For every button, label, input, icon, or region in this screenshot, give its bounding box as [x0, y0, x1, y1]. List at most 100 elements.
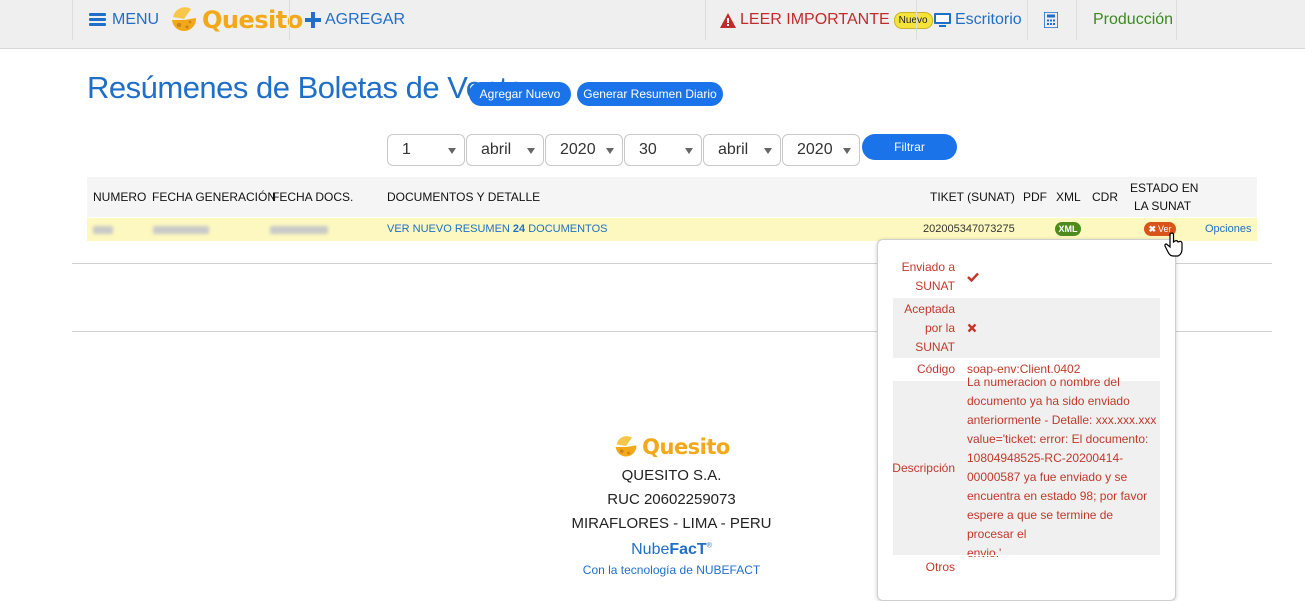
- important-label: LEER IMPORTANTE: [740, 11, 890, 28]
- month-to-select[interactable]: abril: [703, 134, 781, 166]
- enviado-label-2: SUNAT: [915, 279, 955, 293]
- warning-icon: [720, 12, 736, 28]
- menu-button[interactable]: MENU: [89, 0, 159, 40]
- row-descripcion: Descripción La numeracion o nombre del d…: [892, 375, 1160, 560]
- redacted-fecha-generacion: [153, 226, 209, 234]
- sunat-status-popover: Enviado a SUNAT Aceptada por la SUNAT Có…: [877, 239, 1176, 601]
- menu-label: MENU: [112, 11, 160, 28]
- view-summary-suffix: DOCUMENTOS: [525, 223, 608, 235]
- production-label: Producción: [1093, 11, 1174, 28]
- footer-brand: Quesito: [642, 435, 730, 459]
- aceptada-label-1: Aceptada: [904, 301, 955, 316]
- day-to-value: 30: [639, 141, 657, 158]
- descripcion-line: espere a que se termine de procesar el: [967, 508, 1114, 541]
- aceptada-value: [961, 298, 1160, 358]
- enviado-value: [961, 257, 1160, 297]
- top-navbar: MENU Quesito AGREGAR LEER IMPORTANTE Nue…: [0, 0, 1305, 49]
- row-aceptada: Aceptada por la SUNAT: [893, 297, 1160, 358]
- production-link[interactable]: Producción: [1093, 0, 1173, 40]
- redacted-fecha-docs: [270, 226, 328, 234]
- chevron-down-icon: [606, 148, 614, 154]
- col-estado-line1: ESTADO EN: [1130, 181, 1199, 195]
- col-xml: XML: [1056, 190, 1081, 204]
- calculator-button[interactable]: [1044, 0, 1058, 40]
- xml-download-badge[interactable]: XML: [1055, 222, 1081, 236]
- desktop-label: Escritorio: [955, 11, 1022, 28]
- footer-location: MIRAFLORES - LIMA - PERU: [571, 515, 772, 532]
- nubefact-logo[interactable]: NubeFacT®: [500, 541, 843, 559]
- year-from-value: 2020: [560, 141, 596, 158]
- view-summary-link[interactable]: VER NUEVO RESUMEN 24 DOCUMENTOS: [387, 223, 607, 235]
- year-to-select[interactable]: 2020: [782, 134, 860, 166]
- nav-divider: [289, 0, 290, 40]
- add-menu-button[interactable]: AGREGAR: [305, 0, 405, 40]
- page-title: Resúmenes de Boletas de Venta: [87, 70, 525, 105]
- chevron-down-icon: [764, 148, 772, 154]
- nav-divider: [1176, 0, 1177, 40]
- document-count: 24: [512, 223, 526, 235]
- add-new-button[interactable]: Agregar Nuevo: [469, 82, 571, 106]
- aceptada-label-3: SUNAT: [915, 339, 955, 354]
- aceptada-label-2: por la: [924, 320, 955, 335]
- brand-name: Quesito: [202, 6, 303, 34]
- table-header: NUMERO FECHA GENERACIÓN FECHA DOCS. DOCU…: [87, 177, 1257, 217]
- chevron-down-icon: [685, 148, 693, 154]
- desktop-link[interactable]: Escritorio: [934, 0, 1022, 40]
- generate-daily-summary-button[interactable]: Generar Resumen Diario: [577, 82, 723, 106]
- col-estado-line2: LA SUNAT: [1134, 199, 1192, 213]
- footer-logo: Quesito: [500, 435, 843, 459]
- footer-ruc: RUC 20602259073: [607, 491, 736, 508]
- row-otros: Otros: [893, 555, 1160, 578]
- cheese-logo-icon: [615, 436, 637, 457]
- day-from-value: 1: [402, 141, 411, 158]
- view-summary-prefix: VER NUEVO RESUMEN: [387, 223, 513, 235]
- hamburger-icon: [89, 13, 106, 27]
- cheese-logo-icon: [172, 7, 197, 32]
- day-to-select[interactable]: 30: [624, 134, 702, 166]
- important-notice-link[interactable]: LEER IMPORTANTE Nuevo: [720, 0, 933, 40]
- descripcion-line: documento ya ha sido enviado: [967, 394, 1130, 408]
- descripcion-label: Descripción: [892, 460, 955, 475]
- otros-value: [961, 556, 1160, 578]
- otros-label: Otros: [925, 559, 955, 574]
- brand-logo[interactable]: Quesito: [169, 0, 303, 40]
- col-documentos: DOCUMENTOS Y DETALLE: [387, 190, 541, 204]
- col-numero: NUMERO: [93, 190, 147, 204]
- sunat-status-table: Enviado a SUNAT Aceptada por la SUNAT Có…: [892, 256, 1160, 578]
- nav-divider: [72, 0, 73, 40]
- month-to-value: abril: [718, 141, 749, 158]
- col-pdf: PDF: [1023, 190, 1047, 204]
- descripcion-line: anteriormente - Detalle: xxx.xxx.xxx: [967, 413, 1157, 427]
- col-fecha-generacion: FECHA GENERACIÓN: [152, 190, 277, 204]
- chevron-down-icon: [527, 148, 535, 154]
- codigo-label: Código: [916, 362, 955, 376]
- row-enviado: Enviado a SUNAT: [893, 256, 1160, 297]
- nubefact-logo-part-a: Nube: [631, 541, 670, 558]
- nav-divider: [705, 0, 706, 40]
- footer-powered-by: Con la tecnología de NUBEFACT: [582, 563, 761, 577]
- col-cdr: CDR: [1092, 190, 1118, 204]
- day-from-select[interactable]: 1: [387, 134, 465, 166]
- table-row: VER NUEVO RESUMEN 24 DOCUMENTOS 20200534…: [87, 218, 1257, 241]
- plus-icon: [305, 12, 321, 28]
- chevron-down-icon: [843, 148, 851, 154]
- close-icon: ✖: [1148, 223, 1157, 234]
- nav-divider: [916, 0, 917, 40]
- hand-cursor-icon: [1164, 232, 1183, 257]
- footer-company: QUESITO S.A.: [621, 467, 722, 484]
- descripcion-line: 00000587 ya fue enviado y se: [967, 470, 1128, 484]
- options-link[interactable]: Opciones: [1205, 223, 1251, 235]
- filter-button[interactable]: Filtrar: [862, 134, 957, 160]
- month-from-value: abril: [481, 141, 512, 158]
- col-fecha-docs: FECHA DOCS.: [272, 190, 354, 204]
- descripcion-line: encuentra en estado 98; por favor: [967, 489, 1148, 503]
- year-from-select[interactable]: 2020: [545, 134, 623, 166]
- add-label: AGREGAR: [325, 11, 406, 28]
- redacted-numero: [93, 226, 113, 234]
- month-from-select[interactable]: abril: [466, 134, 544, 166]
- nubefact-logo-part-b: FacT: [669, 541, 707, 558]
- new-badge: Nuevo: [893, 11, 933, 29]
- checkmark-icon: [967, 272, 979, 282]
- calculator-icon: [1044, 12, 1058, 28]
- monitor-icon: [934, 12, 951, 27]
